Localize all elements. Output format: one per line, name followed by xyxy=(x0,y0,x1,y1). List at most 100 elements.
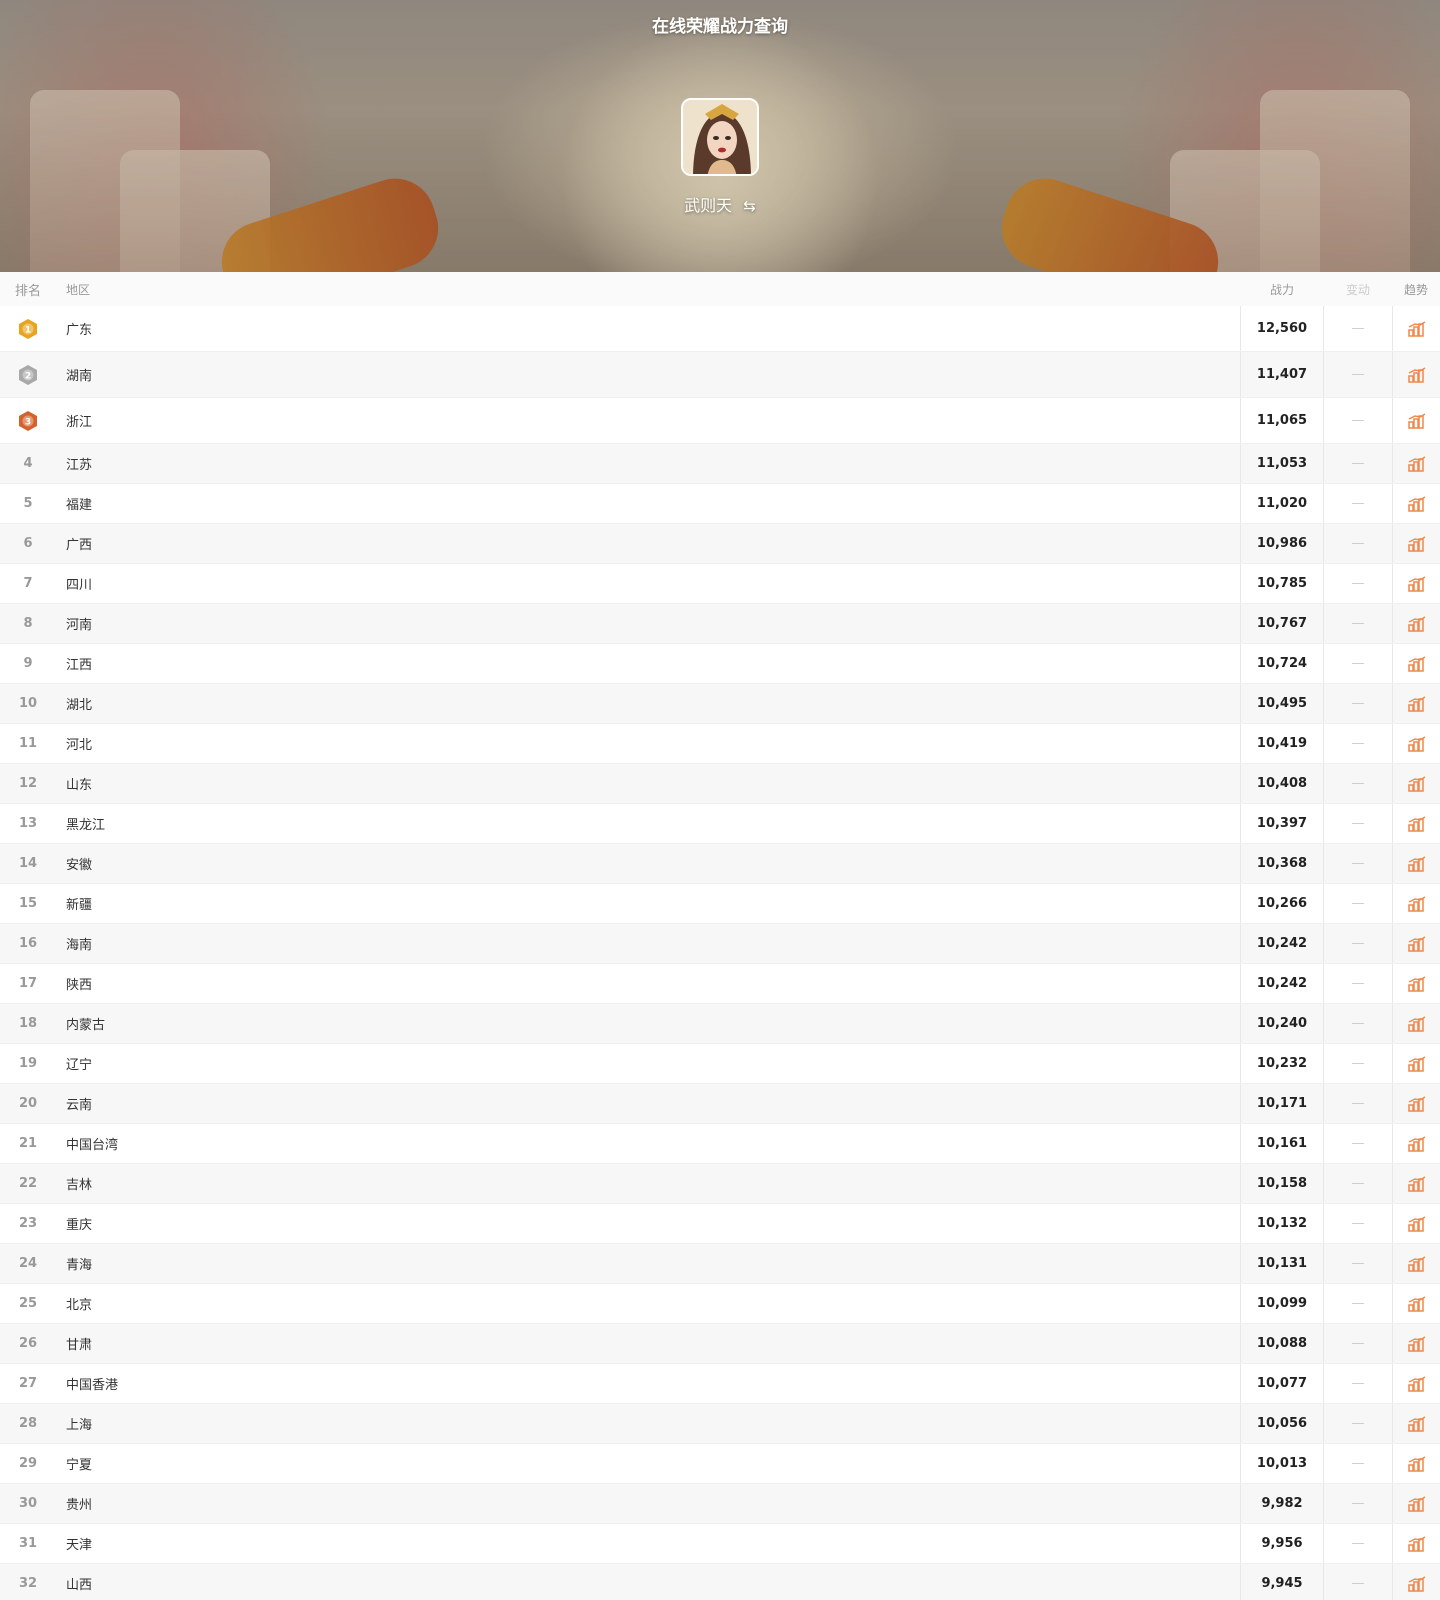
bar-chart-icon[interactable] xyxy=(1407,735,1426,752)
table-row[interactable]: 29 宁夏 10,013 — xyxy=(0,1444,1440,1484)
bar-chart-icon[interactable] xyxy=(1407,1495,1426,1512)
trend-button[interactable] xyxy=(1392,644,1440,683)
bar-chart-icon[interactable] xyxy=(1407,975,1426,992)
table-row[interactable]: 24 青海 10,131 — xyxy=(0,1244,1440,1284)
trend-button[interactable] xyxy=(1392,1484,1440,1523)
table-row[interactable]: 10 湖北 10,495 — xyxy=(0,684,1440,724)
trend-button[interactable] xyxy=(1392,1164,1440,1203)
bar-chart-icon[interactable] xyxy=(1407,695,1426,712)
bar-chart-icon[interactable] xyxy=(1407,366,1426,383)
bar-chart-icon[interactable] xyxy=(1407,775,1426,792)
trend-button[interactable] xyxy=(1392,1404,1440,1443)
trend-button[interactable] xyxy=(1392,524,1440,563)
bar-chart-icon[interactable] xyxy=(1407,895,1426,912)
table-row[interactable]: 15 新疆 10,266 — xyxy=(0,884,1440,924)
table-row[interactable]: 1 广东 12,560 — xyxy=(0,306,1440,352)
hero-selector[interactable]: 武则天 ⇆ xyxy=(0,192,1440,216)
bar-chart-icon[interactable] xyxy=(1407,1175,1426,1192)
table-row[interactable]: 3 浙江 11,065 — xyxy=(0,398,1440,444)
table-row[interactable]: 17 陕西 10,242 — xyxy=(0,964,1440,1004)
bar-chart-icon[interactable] xyxy=(1407,1215,1426,1232)
bar-chart-icon[interactable] xyxy=(1407,455,1426,472)
trend-button[interactable] xyxy=(1392,1524,1440,1563)
table-row[interactable]: 13 黑龙江 10,397 — xyxy=(0,804,1440,844)
rank-cell: 12 xyxy=(0,764,56,803)
trend-button[interactable] xyxy=(1392,684,1440,723)
bar-chart-icon[interactable] xyxy=(1407,1335,1426,1352)
trend-button[interactable] xyxy=(1392,1444,1440,1483)
table-row[interactable]: 26 甘肃 10,088 — xyxy=(0,1324,1440,1364)
bar-chart-icon[interactable] xyxy=(1407,655,1426,672)
trend-button[interactable] xyxy=(1392,1564,1440,1600)
bar-chart-icon[interactable] xyxy=(1407,1015,1426,1032)
trend-button[interactable] xyxy=(1392,604,1440,643)
table-row[interactable]: 12 山东 10,408 — xyxy=(0,764,1440,804)
trend-button[interactable] xyxy=(1392,306,1440,351)
trend-button[interactable] xyxy=(1392,844,1440,883)
bar-chart-icon[interactable] xyxy=(1407,1575,1426,1592)
bar-chart-icon[interactable] xyxy=(1407,575,1426,592)
trend-button[interactable] xyxy=(1392,804,1440,843)
swap-arrows-icon[interactable]: ⇆ xyxy=(743,197,756,215)
table-row[interactable]: 6 广西 10,986 — xyxy=(0,524,1440,564)
table-row[interactable]: 32 山西 9,945 — xyxy=(0,1564,1440,1600)
table-row[interactable]: 31 天津 9,956 — xyxy=(0,1524,1440,1564)
trend-button[interactable] xyxy=(1392,352,1440,397)
table-row[interactable]: 8 河南 10,767 — xyxy=(0,604,1440,644)
trend-button[interactable] xyxy=(1392,1324,1440,1363)
table-row[interactable]: 25 北京 10,099 — xyxy=(0,1284,1440,1324)
bar-chart-icon[interactable] xyxy=(1407,535,1426,552)
bar-chart-icon[interactable] xyxy=(1407,615,1426,632)
trend-button[interactable] xyxy=(1392,1204,1440,1243)
trend-button[interactable] xyxy=(1392,564,1440,603)
bar-chart-icon[interactable] xyxy=(1407,935,1426,952)
table-row[interactable]: 14 安徽 10,368 — xyxy=(0,844,1440,884)
trend-button[interactable] xyxy=(1392,1244,1440,1283)
table-row[interactable]: 7 四川 10,785 — xyxy=(0,564,1440,604)
table-row[interactable]: 28 上海 10,056 — xyxy=(0,1404,1440,1444)
trend-button[interactable] xyxy=(1392,764,1440,803)
bar-chart-icon[interactable] xyxy=(1407,1415,1426,1432)
trend-button[interactable] xyxy=(1392,484,1440,523)
trend-button[interactable] xyxy=(1392,964,1440,1003)
trend-button[interactable] xyxy=(1392,1044,1440,1083)
trend-button[interactable] xyxy=(1392,444,1440,483)
trend-button[interactable] xyxy=(1392,884,1440,923)
table-row[interactable]: 2 湖南 11,407 — xyxy=(0,352,1440,398)
table-row[interactable]: 30 贵州 9,982 — xyxy=(0,1484,1440,1524)
hero-avatar[interactable] xyxy=(681,98,759,176)
table-row[interactable]: 18 内蒙古 10,240 — xyxy=(0,1004,1440,1044)
bar-chart-icon[interactable] xyxy=(1407,1375,1426,1392)
bar-chart-icon[interactable] xyxy=(1407,495,1426,512)
bar-chart-icon[interactable] xyxy=(1407,320,1426,337)
bar-chart-icon[interactable] xyxy=(1407,1055,1426,1072)
trend-button[interactable] xyxy=(1392,924,1440,963)
bar-chart-icon[interactable] xyxy=(1407,412,1426,429)
table-row[interactable]: 21 中国台湾 10,161 — xyxy=(0,1124,1440,1164)
trend-button[interactable] xyxy=(1392,1364,1440,1403)
trend-button[interactable] xyxy=(1392,1124,1440,1163)
trend-button[interactable] xyxy=(1392,1084,1440,1123)
bar-chart-icon[interactable] xyxy=(1407,1255,1426,1272)
table-row[interactable]: 23 重庆 10,132 — xyxy=(0,1204,1440,1244)
table-row[interactable]: 11 河北 10,419 — xyxy=(0,724,1440,764)
table-row[interactable]: 16 海南 10,242 — xyxy=(0,924,1440,964)
bar-chart-icon[interactable] xyxy=(1407,1455,1426,1472)
trend-button[interactable] xyxy=(1392,1284,1440,1323)
bar-chart-icon[interactable] xyxy=(1407,855,1426,872)
table-row[interactable]: 22 吉林 10,158 — xyxy=(0,1164,1440,1204)
trend-button[interactable] xyxy=(1392,1004,1440,1043)
bar-chart-icon[interactable] xyxy=(1407,815,1426,832)
bar-chart-icon[interactable] xyxy=(1407,1095,1426,1112)
table-row[interactable]: 19 辽宁 10,232 — xyxy=(0,1044,1440,1084)
trend-button[interactable] xyxy=(1392,398,1440,443)
table-row[interactable]: 5 福建 11,020 — xyxy=(0,484,1440,524)
table-row[interactable]: 20 云南 10,171 — xyxy=(0,1084,1440,1124)
table-row[interactable]: 9 江西 10,724 — xyxy=(0,644,1440,684)
bar-chart-icon[interactable] xyxy=(1407,1295,1426,1312)
trend-button[interactable] xyxy=(1392,724,1440,763)
table-row[interactable]: 27 中国香港 10,077 — xyxy=(0,1364,1440,1404)
bar-chart-icon[interactable] xyxy=(1407,1535,1426,1552)
table-row[interactable]: 4 江苏 11,053 — xyxy=(0,444,1440,484)
bar-chart-icon[interactable] xyxy=(1407,1135,1426,1152)
